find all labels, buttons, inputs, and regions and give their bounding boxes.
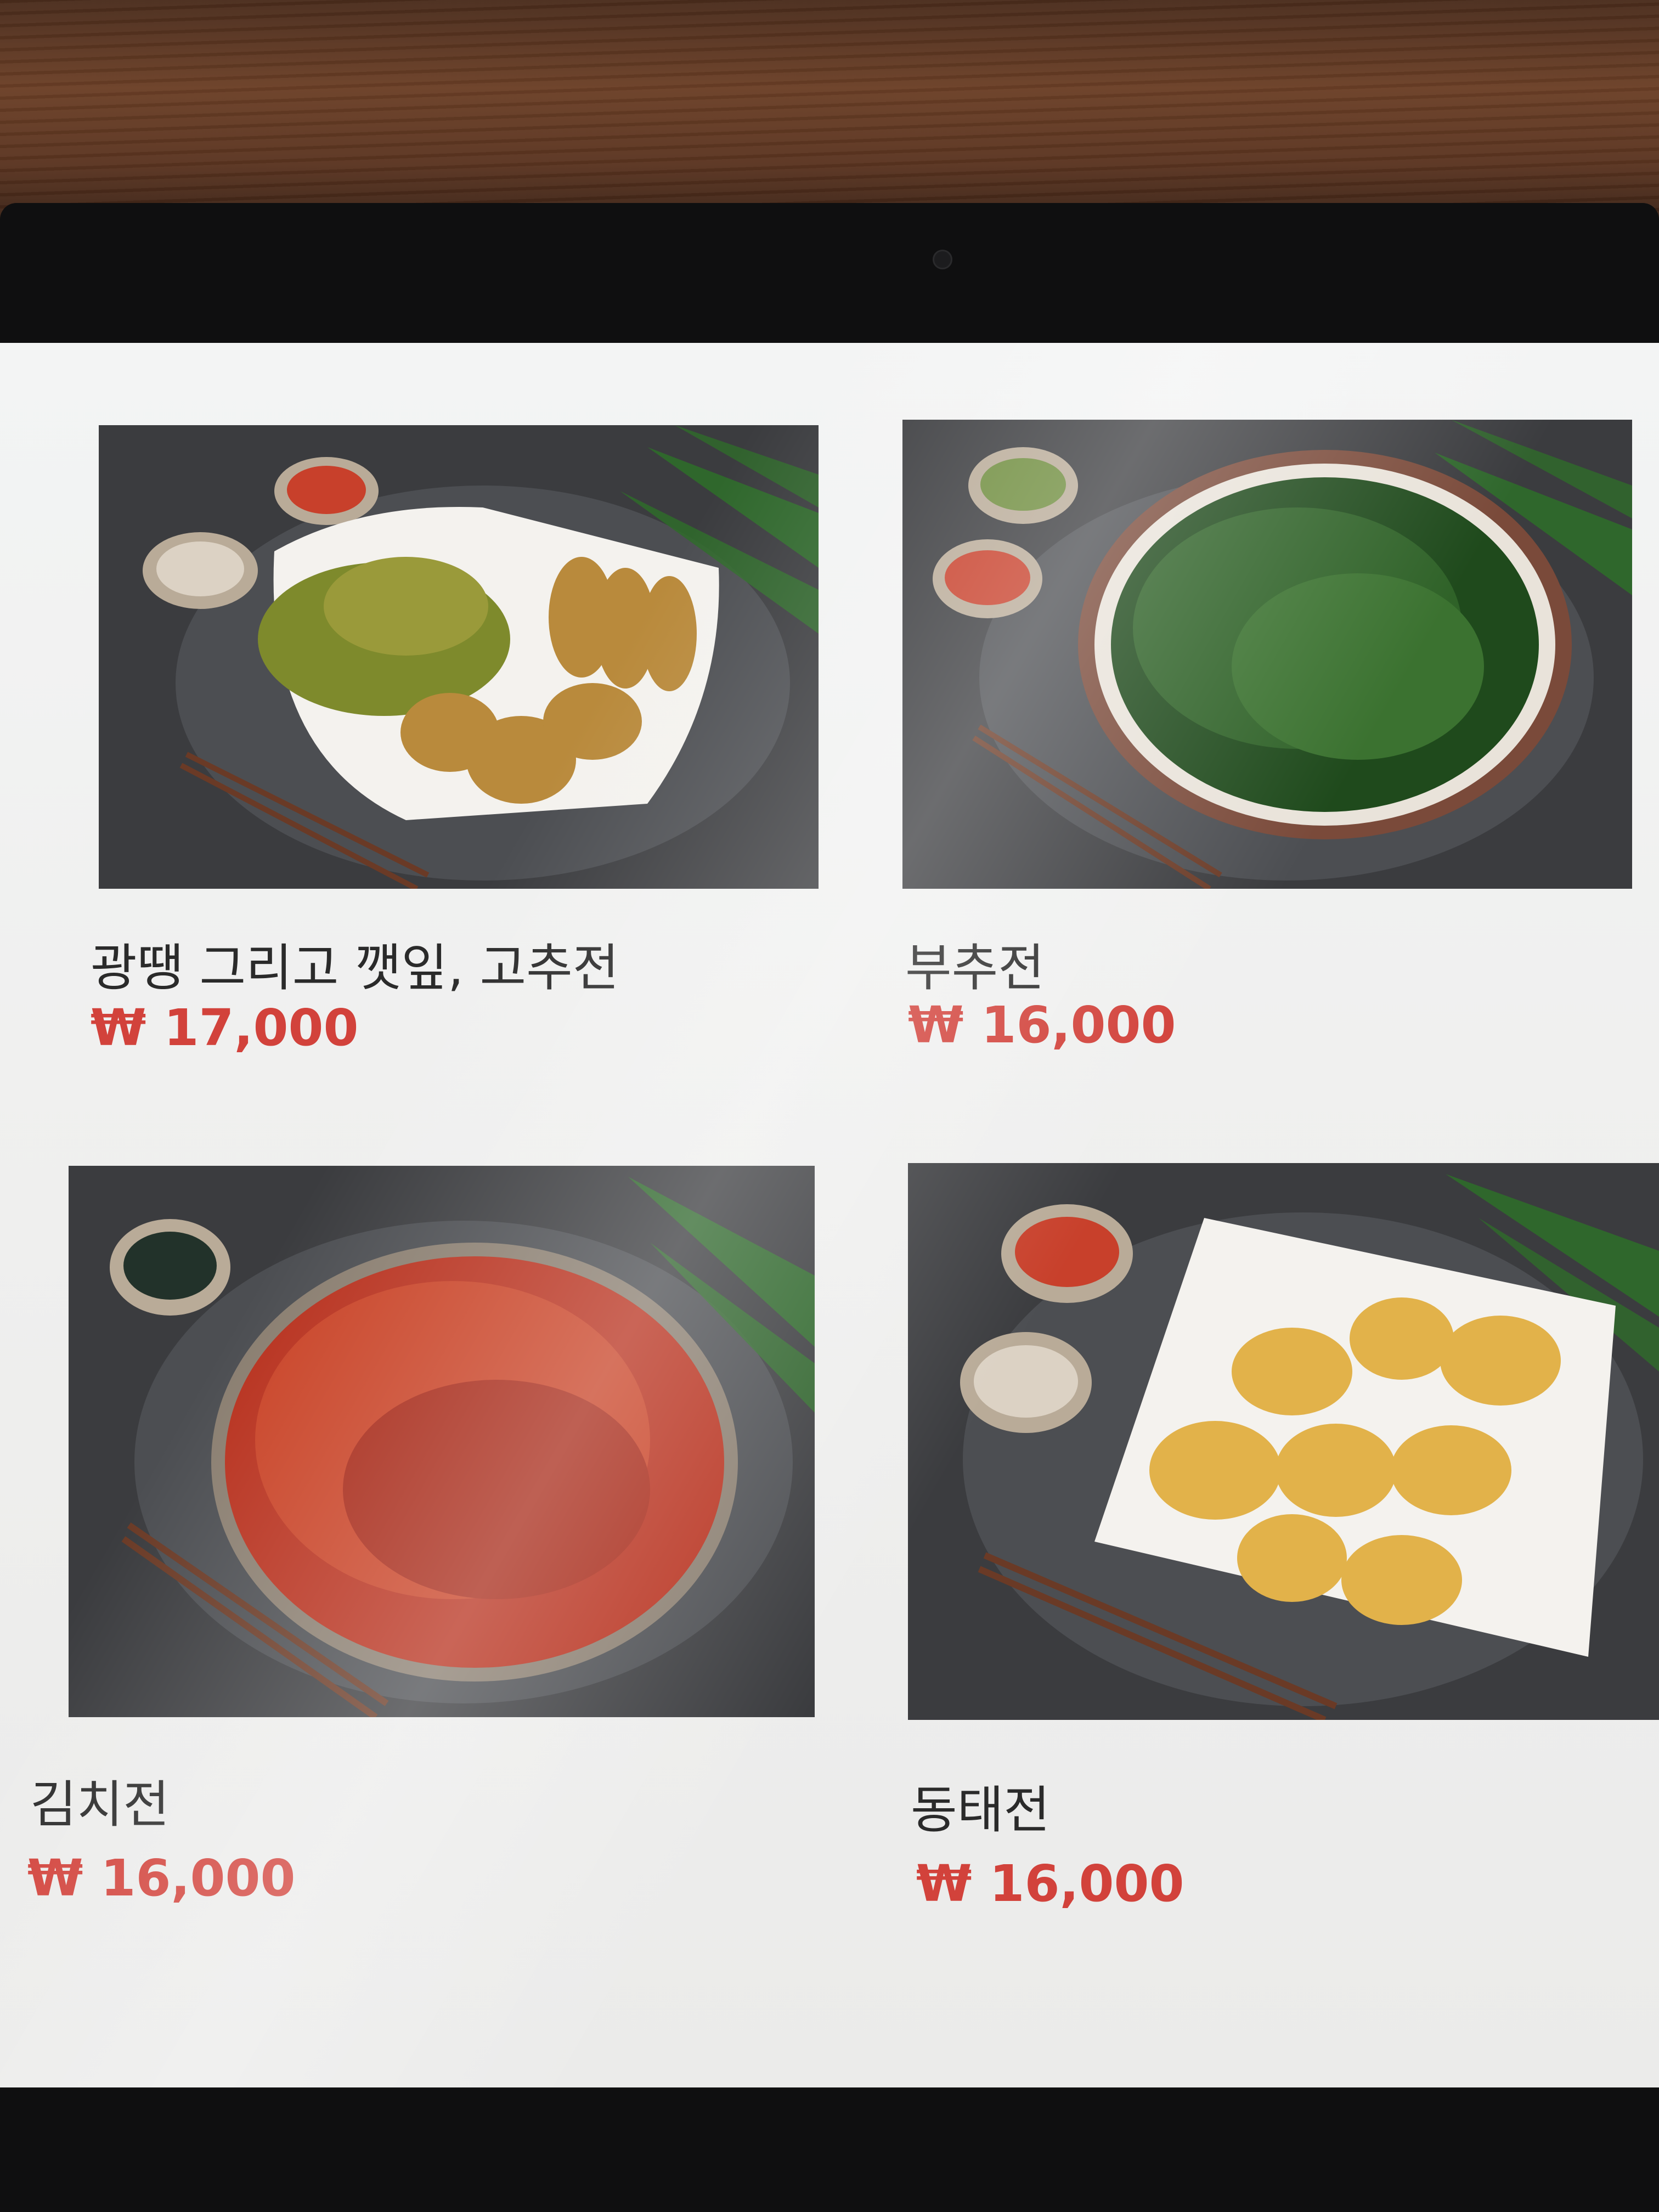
menu-item-1-name: 광땡 그리고 깻잎, 고추전 [91,939,619,997]
menu-item-4-photo[interactable] [908,1163,1659,1720]
menu-item-4-name: 동태전 [911,1781,1050,1839]
menu-item-3-photo[interactable] [69,1166,815,1717]
menu-item-2-photo[interactable] [902,420,1632,889]
menu-item-1-price: ₩ 17,000 [91,998,359,1057]
camera-icon [933,250,952,269]
menu-item-1-photo[interactable] [99,425,819,889]
wood-grain [0,0,1659,219]
menu-item-3-name: 김치전 [30,1775,170,1834]
menu-item-2-name: 부추전 [905,939,1045,997]
menu-item-2-price: ₩ 16,000 [908,996,1176,1054]
menu-item-4-price: ₩ 16,000 [916,1854,1184,1913]
menu-item-3-price: ₩ 16,000 [27,1849,296,1908]
